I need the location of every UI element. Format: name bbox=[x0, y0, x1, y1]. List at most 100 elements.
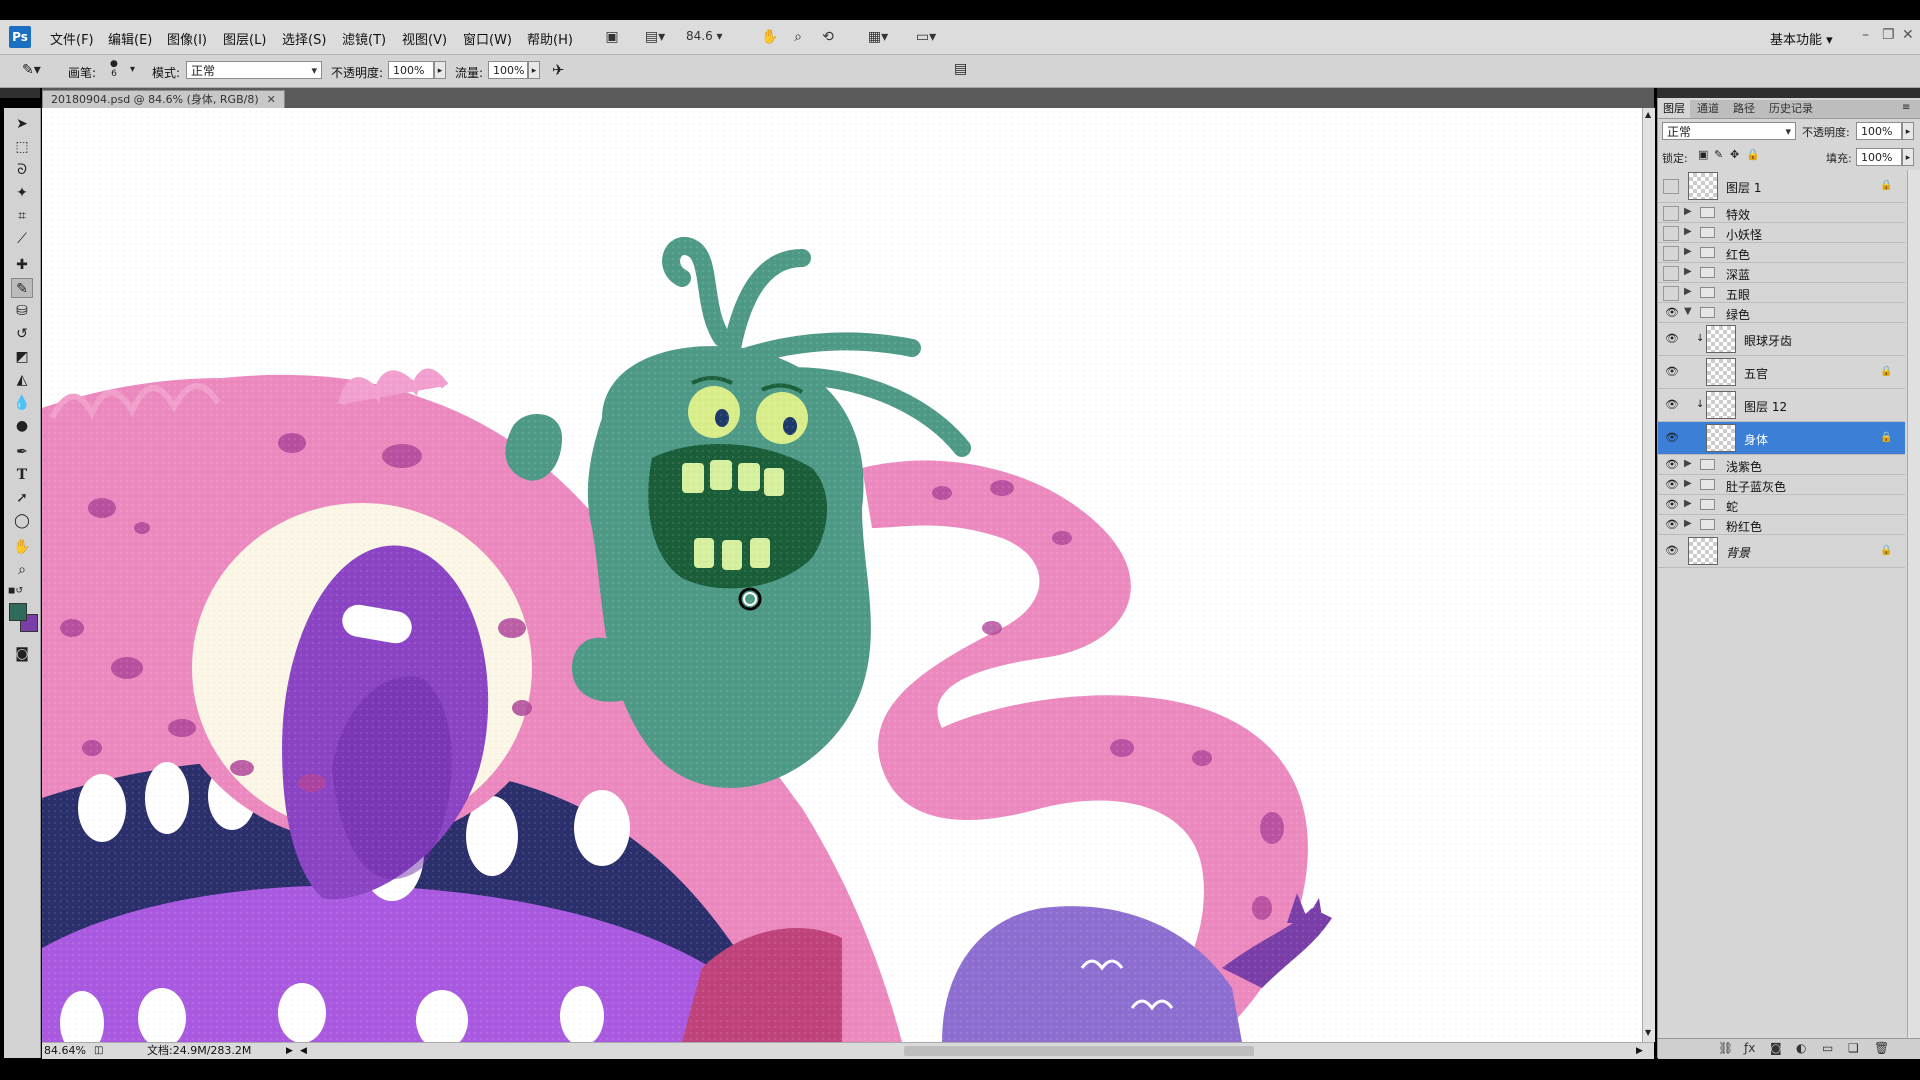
view-extras-icon[interactable]: ▤▾ bbox=[640, 28, 670, 46]
scroll-up-icon[interactable]: ▲ bbox=[1645, 110, 1651, 119]
close-icon[interactable]: ✕ bbox=[267, 93, 276, 106]
eye-icon[interactable]: 👁 bbox=[1663, 306, 1681, 320]
layer-group-row[interactable]: 👁 ▶ 浅紫色 bbox=[1658, 455, 1905, 475]
layer-group-row[interactable]: 👁 ▶ 肚子蓝灰色 bbox=[1658, 475, 1905, 495]
layer-group-row[interactable]: 👁 ▼ 绿色 bbox=[1658, 303, 1905, 323]
layer-row[interactable]: 👁 身体 🔒 bbox=[1658, 422, 1905, 455]
expand-right-icon[interactable]: ▶ bbox=[1684, 246, 1692, 257]
blur-tool-icon[interactable]: 💧 bbox=[11, 393, 33, 413]
eye-icon[interactable]: 👁 bbox=[1663, 365, 1681, 379]
menu-select[interactable]: 选择(S) bbox=[282, 29, 326, 48]
layer-opacity-arrow-icon[interactable]: ▸ bbox=[1902, 122, 1914, 140]
screen-mode-icon[interactable]: ▭▾ bbox=[910, 28, 942, 46]
expand-right-icon[interactable]: ▶ bbox=[1684, 266, 1692, 277]
brush-preset-icon[interactable]: ✎▾ bbox=[22, 62, 41, 78]
flow-arrow-icon[interactable]: ▸ bbox=[528, 61, 540, 79]
bridge-icon[interactable]: ▣ bbox=[602, 28, 622, 46]
horizontal-scroll-thumb[interactable] bbox=[904, 1046, 1254, 1056]
expand-right-icon[interactable]: ▶ bbox=[1684, 206, 1692, 217]
layer-thumbnail[interactable] bbox=[1688, 172, 1718, 200]
new-layer-icon[interactable]: ❑ bbox=[1848, 1041, 1859, 1055]
menu-layer[interactable]: 图层(L) bbox=[223, 29, 266, 48]
brush-panel-icon[interactable]: ▤ bbox=[954, 61, 967, 77]
eye-icon[interactable]: 👁 bbox=[1663, 498, 1681, 512]
eye-icon[interactable]: 👁 bbox=[1663, 544, 1681, 558]
pen-tool-icon[interactable]: ✒ bbox=[11, 442, 33, 462]
tab-paths[interactable]: 路径 bbox=[1728, 100, 1760, 118]
layer-row[interactable]: 👁 ↓ 眼球牙齿 bbox=[1658, 323, 1905, 356]
scroll-left-icon[interactable]: ◀ bbox=[300, 1043, 307, 1059]
airbrush-icon[interactable]: ✈ bbox=[552, 61, 565, 79]
eye-icon[interactable]: 👁 bbox=[1663, 518, 1681, 532]
brush-tool-icon[interactable]: ✎ bbox=[11, 278, 33, 298]
layer-thumbnail[interactable] bbox=[1706, 424, 1736, 452]
artwork-canvas[interactable] bbox=[42, 108, 1642, 1042]
menu-help[interactable]: 帮助(H) bbox=[527, 29, 573, 48]
menu-filter[interactable]: 滤镜(T) bbox=[342, 29, 386, 48]
layer-thumbnail[interactable] bbox=[1688, 537, 1718, 565]
expand-right-icon[interactable]: ▶ bbox=[1684, 498, 1692, 509]
chevron-down-icon[interactable]: ▾ bbox=[130, 64, 135, 75]
workspace-switcher[interactable]: 基本功能 ▾ bbox=[1770, 29, 1833, 48]
eye-icon[interactable]: 👁 bbox=[1663, 478, 1681, 492]
expand-right-icon[interactable]: ▶ bbox=[1684, 458, 1692, 469]
menu-edit[interactable]: 编辑(E) bbox=[108, 29, 152, 48]
visibility-toggle[interactable] bbox=[1663, 265, 1679, 281]
healing-brush-tool-icon[interactable]: ✚ bbox=[11, 255, 33, 275]
delete-layer-icon[interactable]: 🗑 bbox=[1874, 1041, 1889, 1055]
layer-row[interactable]: 图层 1 🔒 bbox=[1658, 170, 1905, 203]
arrange-icon[interactable]: ▦▾ bbox=[862, 28, 894, 46]
expand-right-icon[interactable]: ▶ bbox=[1684, 478, 1692, 489]
layer-opacity-input[interactable]: 100% bbox=[1856, 122, 1902, 140]
shape-tool-icon[interactable]: ◯ bbox=[11, 511, 33, 531]
lock-all-icon[interactable]: 🔒 bbox=[1746, 148, 1760, 161]
scroll-right-icon[interactable]: ▶ bbox=[1636, 1043, 1643, 1059]
layer-row[interactable]: 👁 背景 🔒 bbox=[1658, 535, 1905, 568]
menu-window[interactable]: 窗口(W) bbox=[463, 29, 512, 48]
opacity-arrow-icon[interactable]: ▸ bbox=[434, 61, 446, 79]
visibility-toggle[interactable] bbox=[1663, 225, 1679, 241]
layer-style-icon[interactable]: ƒx bbox=[1744, 1041, 1755, 1055]
lock-position-icon[interactable]: ✥ bbox=[1730, 148, 1739, 161]
adjustment-layer-icon[interactable]: ◐ bbox=[1796, 1041, 1806, 1055]
expand-right-icon[interactable]: ▶ bbox=[1684, 226, 1692, 237]
zoom-level-picker[interactable]: 84.6 ▾ bbox=[686, 29, 723, 43]
lasso-tool-icon[interactable]: ᘐ bbox=[11, 160, 33, 180]
rotate-view-icon[interactable]: ⟲ bbox=[818, 28, 838, 46]
restore-icon[interactable]: ❐ bbox=[1882, 27, 1895, 43]
close-icon[interactable]: ✕ bbox=[1902, 27, 1914, 43]
canvas-area[interactable] bbox=[42, 108, 1642, 1042]
hand-tool-icon[interactable]: ✋ bbox=[11, 537, 33, 557]
layer-group-row[interactable]: 👁 ▶ 粉红色 bbox=[1658, 515, 1905, 535]
zoom-status[interactable]: 84.64% bbox=[44, 1043, 86, 1059]
zoom-icon[interactable]: ⌕ bbox=[788, 28, 808, 46]
layer-group-row[interactable]: ▶ 深蓝 bbox=[1658, 263, 1905, 283]
menu-file[interactable]: 文件(F) bbox=[50, 29, 94, 48]
tab-layers[interactable]: 图层 bbox=[1658, 100, 1690, 118]
expand-down-icon[interactable]: ▼ bbox=[1684, 306, 1692, 317]
visibility-toggle[interactable] bbox=[1663, 205, 1679, 221]
layer-thumbnail[interactable] bbox=[1706, 358, 1736, 386]
layer-row[interactable]: 👁 五官 🔒 bbox=[1658, 356, 1905, 389]
layer-group-row[interactable]: ▶ 特效 bbox=[1658, 203, 1905, 223]
zoom-tool-icon[interactable]: ⌕ bbox=[11, 560, 33, 580]
link-layers-icon[interactable]: ⛓ bbox=[1718, 1041, 1733, 1055]
foreground-color-swatch[interactable] bbox=[9, 603, 27, 621]
lock-pixels-icon[interactable]: ✎ bbox=[1714, 148, 1723, 161]
default-colors-icon[interactable]: ◼↺ bbox=[8, 586, 23, 596]
quick-mask-icon[interactable]: ◙ bbox=[11, 644, 33, 664]
visibility-toggle[interactable] bbox=[1663, 285, 1679, 301]
mode-select[interactable]: 正常 bbox=[186, 61, 322, 80]
history-brush-tool-icon[interactable]: ↺ bbox=[11, 324, 33, 344]
panel-menu-icon[interactable]: ≡ bbox=[1902, 102, 1910, 113]
tab-channels[interactable]: 通道 bbox=[1692, 100, 1724, 118]
visibility-toggle[interactable] bbox=[1663, 179, 1679, 194]
visibility-toggle[interactable] bbox=[1663, 245, 1679, 261]
eye-icon[interactable]: 👁 bbox=[1663, 398, 1681, 412]
eye-icon[interactable]: 👁 bbox=[1663, 431, 1681, 445]
vertical-scrollbar[interactable]: ▲ ▼ bbox=[1642, 108, 1655, 1042]
dodge-tool-icon[interactable]: ● bbox=[11, 416, 33, 436]
menu-image[interactable]: 图像(I) bbox=[167, 29, 207, 48]
path-selection-tool-icon[interactable]: ➚ bbox=[11, 488, 33, 508]
scroll-down-icon[interactable]: ▼ bbox=[1645, 1028, 1651, 1037]
